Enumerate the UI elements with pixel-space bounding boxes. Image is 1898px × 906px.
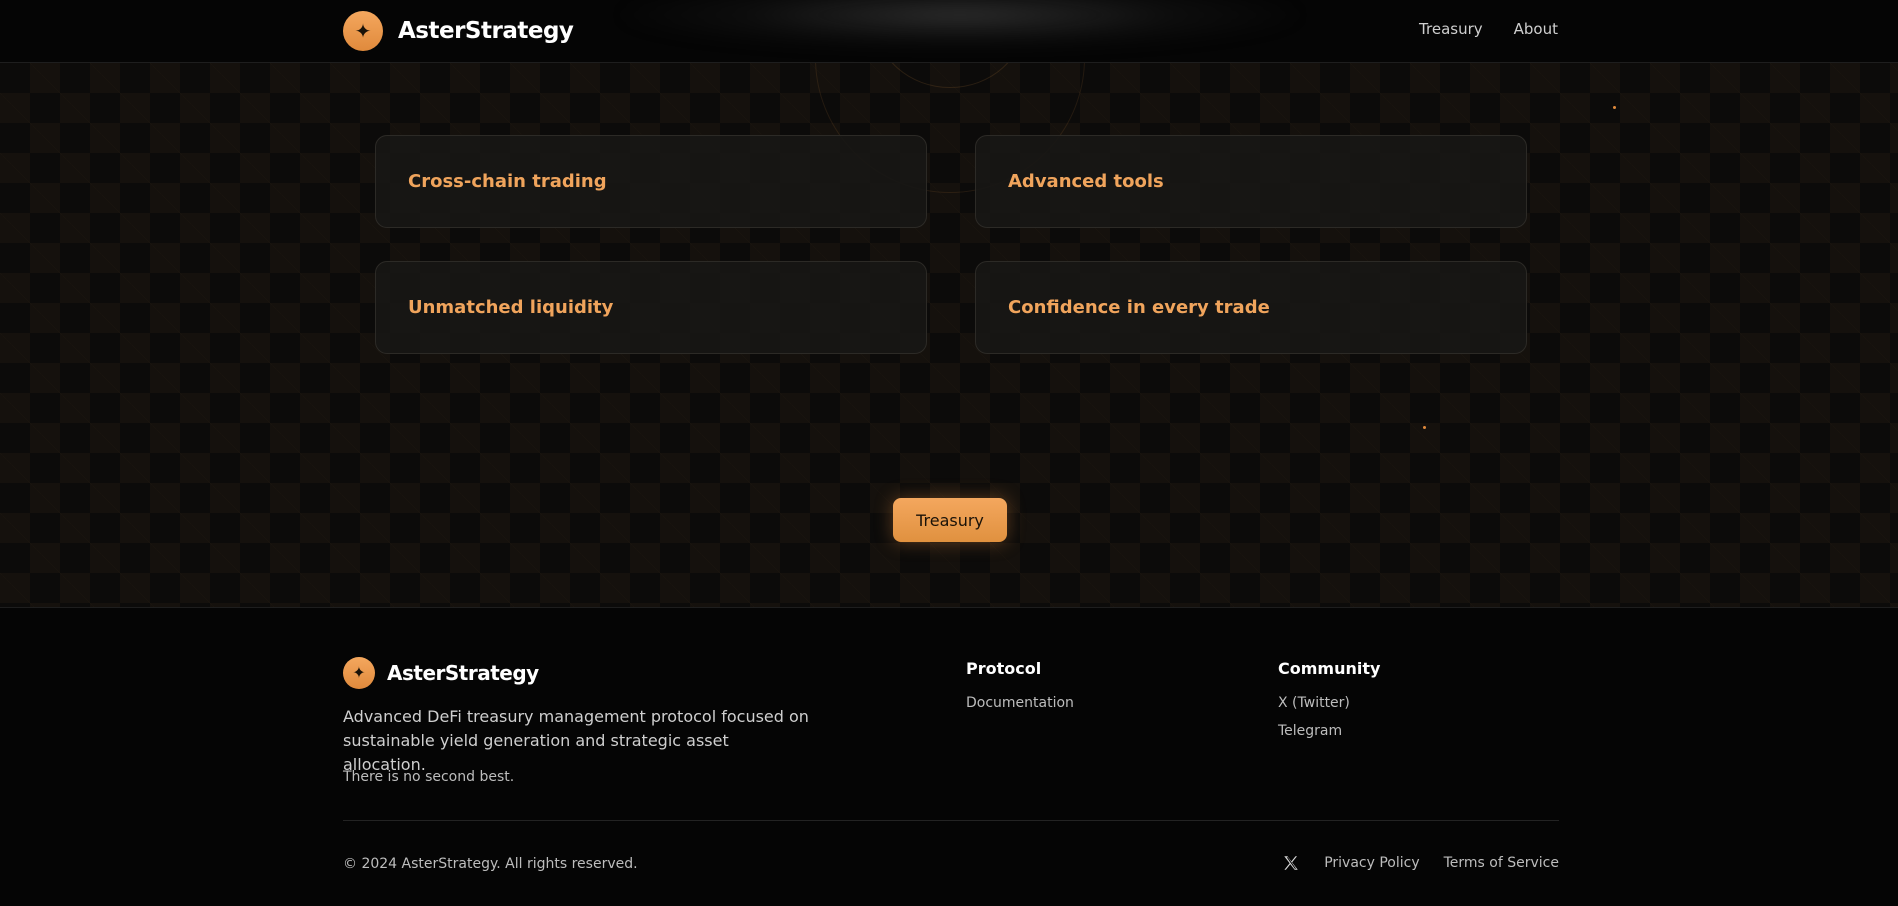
footer-bottom-links: Privacy Policy Terms of Service xyxy=(1282,854,1559,872)
feature-title: Confidence in every trade xyxy=(1008,297,1270,318)
copyright-text: © 2024 AsterStrategy. All rights reserve… xyxy=(343,856,638,872)
x-logo-icon[interactable] xyxy=(1282,854,1300,872)
feature-card-cross-chain: Cross-chain trading xyxy=(375,135,927,228)
feature-card-liquidity: Unmatched liquidity xyxy=(375,261,927,354)
page: ✦ AsterStrategy Treasury About Cross-cha… xyxy=(0,0,1898,906)
nav-treasury-link[interactable]: Treasury xyxy=(1419,20,1483,38)
decorative-dot xyxy=(1613,106,1616,109)
treasury-button[interactable]: Treasury xyxy=(893,498,1007,542)
footer-description: Advanced DeFi treasury management protoc… xyxy=(343,707,809,774)
main-nav: Treasury About xyxy=(1419,20,1558,38)
footer-brand-name: AsterStrategy xyxy=(387,661,539,685)
star-logo-icon: ✦ xyxy=(343,657,375,689)
brand-name: AsterStrategy xyxy=(398,18,574,44)
feature-title: Cross-chain trading xyxy=(408,171,607,192)
nav-about-link[interactable]: About xyxy=(1514,20,1558,38)
feature-title: Advanced tools xyxy=(1008,171,1164,192)
footer-divider xyxy=(343,820,1559,821)
header-glow xyxy=(620,0,1300,50)
footer-column-protocol: Protocol Documentation xyxy=(966,659,1074,722)
x-logo-icon xyxy=(1284,856,1298,870)
privacy-policy-link[interactable]: Privacy Policy xyxy=(1324,855,1419,871)
footer-link-twitter[interactable]: X (Twitter) xyxy=(1278,694,1380,712)
decorative-dot xyxy=(1423,426,1426,429)
features-section: Cross-chain trading Advanced tools Unmat… xyxy=(0,63,1898,607)
header-brand[interactable]: ✦ AsterStrategy xyxy=(343,11,574,51)
site-footer: ✦ AsterStrategy Advanced DeFi treasury m… xyxy=(0,607,1898,906)
footer-link-documentation[interactable]: Documentation xyxy=(966,694,1074,712)
feature-card-confidence: Confidence in every trade xyxy=(975,261,1527,354)
star-logo-icon: ✦ xyxy=(343,11,383,51)
footer-column-community: Community X (Twitter) Telegram xyxy=(1278,659,1380,750)
terms-of-service-link[interactable]: Terms of Service xyxy=(1444,855,1559,871)
footer-link-telegram[interactable]: Telegram xyxy=(1278,722,1380,740)
feature-title: Unmatched liquidity xyxy=(408,297,614,318)
footer-column-title: Community xyxy=(1278,659,1381,678)
footer-brand[interactable]: ✦ AsterStrategy xyxy=(343,657,539,689)
site-header: ✦ AsterStrategy Treasury About xyxy=(0,0,1898,63)
feature-card-advanced-tools: Advanced tools xyxy=(975,135,1527,228)
footer-column-title: Protocol xyxy=(966,659,1042,678)
footer-tagline: There is no second best. xyxy=(343,769,515,785)
